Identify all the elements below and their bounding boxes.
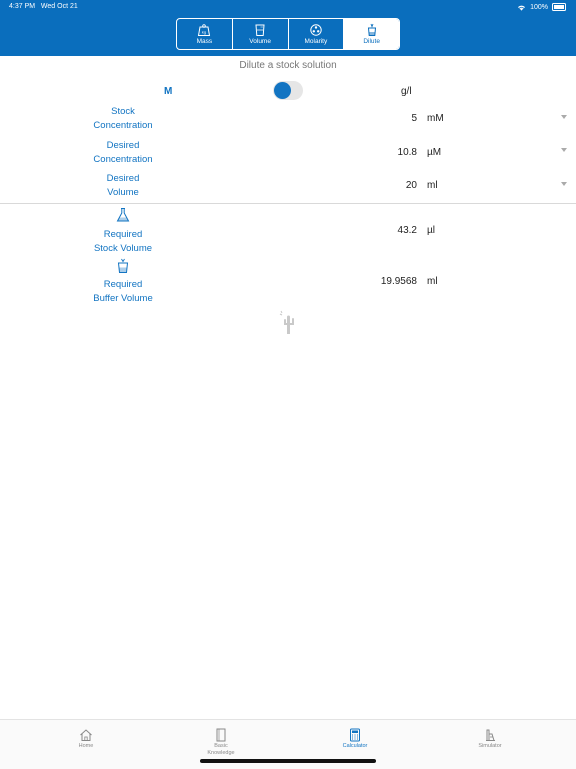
- segment-volume[interactable]: Volume: [233, 19, 289, 49]
- calculator-icon: [350, 728, 360, 742]
- simulator-icon: [486, 729, 495, 741]
- required-buffer-volume-label: Required Buffer Volume: [63, 278, 183, 305]
- tab-calculator-label: Calculator: [342, 743, 368, 749]
- segment-molarity[interactable]: Molarity: [289, 19, 345, 49]
- chevron-down-icon[interactable]: [561, 148, 567, 152]
- label-line: Desired: [106, 173, 140, 184]
- battery-percent: 100%: [530, 3, 548, 11]
- molecule-icon: [310, 24, 322, 36]
- unit-toggle-switch[interactable]: [273, 81, 303, 100]
- tab-simulator-label: Simulator: [478, 743, 502, 749]
- page-subtitle: Dilute a stock solution: [239, 60, 337, 71]
- tab-home-label: Home: [78, 743, 94, 749]
- label-line: Concentration: [93, 119, 153, 131]
- stock-concentration-unit[interactable]: mM: [427, 113, 444, 124]
- required-buffer-volume-unit: ml: [427, 276, 438, 287]
- battery-icon: [552, 3, 566, 11]
- scale-icon: kg: [198, 24, 211, 36]
- home-icon: [80, 729, 92, 741]
- segment-dilute[interactable]: Dilute: [344, 19, 399, 49]
- status-time: 4:37 PM Wed Oct 21: [9, 3, 78, 10]
- label-line: Desired: [106, 140, 140, 151]
- tab-home[interactable]: Home: [36, 728, 136, 750]
- required-buffer-volume-value: 19.9568: [380, 276, 417, 287]
- toggle-knob: [274, 82, 291, 99]
- required-stock-volume-unit: µl: [427, 225, 435, 236]
- desired-concentration-unit[interactable]: µM: [427, 147, 441, 158]
- unit-toggle-right-label: g/l: [401, 86, 412, 97]
- required-stock-volume-value: 43.2: [397, 225, 417, 236]
- segment-mass-label: Mass: [196, 38, 213, 45]
- chevron-down-icon[interactable]: [561, 182, 567, 186]
- home-indicator: [200, 759, 376, 763]
- tab-basic-knowledge-label-1: Basic: [214, 743, 228, 749]
- beaker-icon: [255, 24, 265, 36]
- tab-basic-knowledge[interactable]: Basic Knowledge: [171, 728, 271, 757]
- dilute-cup-icon: [367, 23, 376, 36]
- stock-concentration-input[interactable]: 5: [337, 113, 417, 124]
- cup-icon: [117, 258, 129, 273]
- label-line: Stock: [111, 106, 135, 117]
- desired-concentration-label: Desired Concentration: [63, 139, 183, 166]
- label-line: Stock Volume: [93, 242, 153, 254]
- label-line: Buffer Volume: [93, 292, 153, 304]
- segment-mass[interactable]: kg Mass: [177, 19, 233, 49]
- cactus-icon: [279, 310, 294, 334]
- desired-volume-unit[interactable]: ml: [427, 180, 438, 191]
- wifi-icon: [518, 5, 526, 11]
- status-date: Wed Oct 21: [40, 3, 78, 10]
- flask-icon: [116, 208, 130, 222]
- chevron-down-icon[interactable]: [561, 115, 567, 119]
- svg-text:kg: kg: [202, 30, 206, 35]
- label-line: Required: [103, 229, 143, 240]
- section-divider: [0, 203, 576, 204]
- stock-concentration-label: Stock Concentration: [63, 105, 183, 132]
- segment-dilute-label: Dilute: [363, 38, 380, 45]
- desired-volume-label: Desired Volume: [63, 172, 183, 199]
- tab-basic-knowledge-label-2: Knowledge: [207, 750, 235, 756]
- tab-simulator[interactable]: Simulator: [440, 728, 540, 750]
- label-line: Concentration: [93, 153, 153, 165]
- desired-volume-input[interactable]: 20: [337, 180, 417, 191]
- segment-volume-label: Volume: [249, 38, 271, 45]
- unit-toggle-left-label: M: [164, 86, 173, 97]
- segment-molarity-label: Molarity: [304, 38, 328, 45]
- required-stock-volume-label: Required Stock Volume: [63, 228, 183, 255]
- status-bar: 4:37 PM Wed Oct 21 100%: [0, 0, 576, 14]
- mode-segmented-control: kg Mass Volume Molarity Dilute: [176, 18, 400, 50]
- desired-concentration-input[interactable]: 10.8: [337, 147, 417, 158]
- book-icon: [216, 728, 226, 742]
- header-bar: 4:37 PM Wed Oct 21 100% kg Mass Volume M…: [0, 0, 576, 56]
- label-line: Required: [103, 279, 143, 290]
- label-line: Volume: [107, 186, 139, 198]
- tab-calculator[interactable]: Calculator: [305, 728, 405, 750]
